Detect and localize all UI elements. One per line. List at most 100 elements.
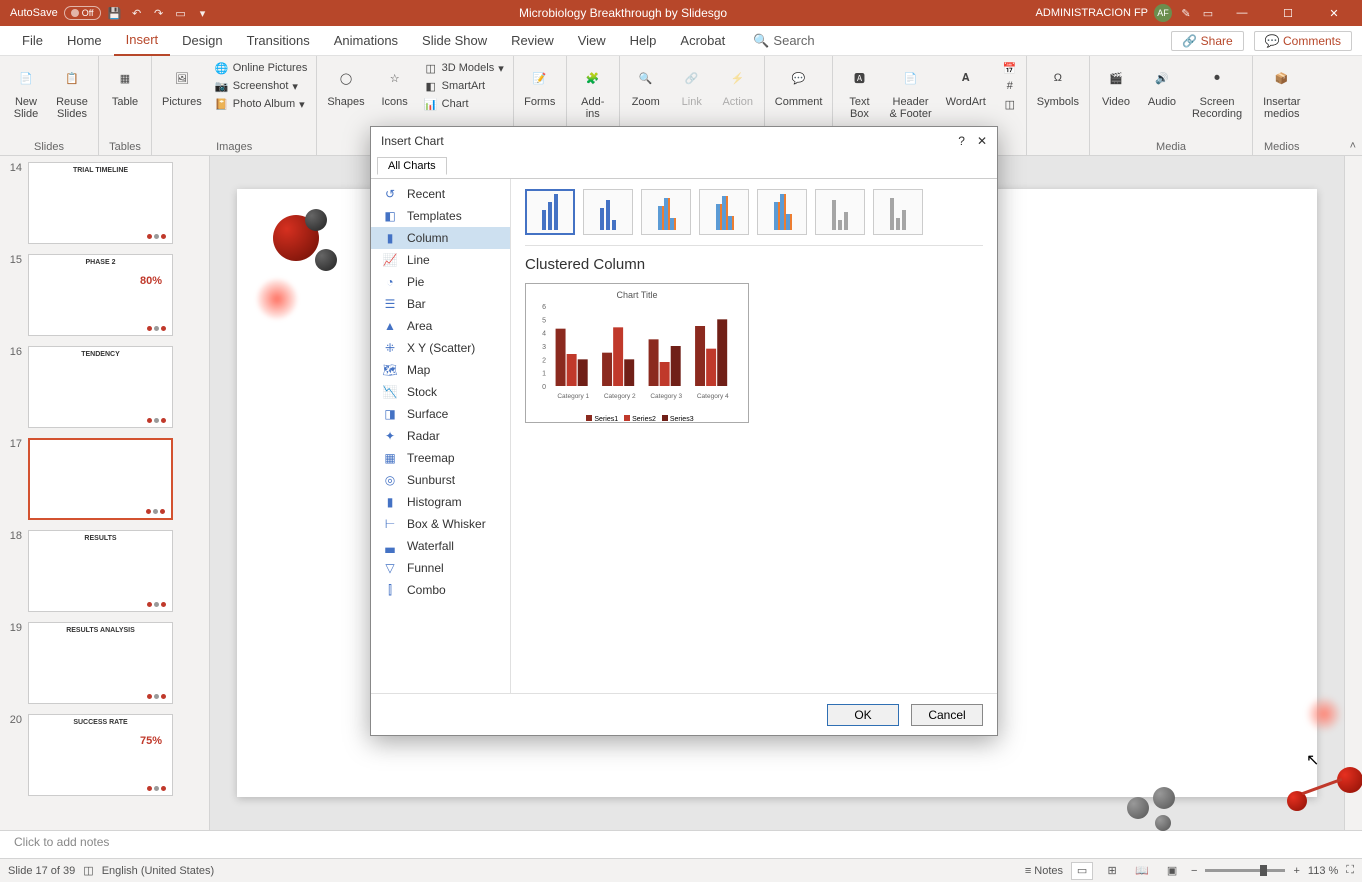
thumbnail[interactable] bbox=[28, 438, 173, 520]
thumbnail[interactable]: SUCCESS RATE75% bbox=[28, 714, 173, 796]
symbols-button[interactable]: ΩSymbols bbox=[1033, 60, 1083, 110]
search-box[interactable]: 🔍 Search bbox=[753, 33, 814, 49]
tab-all-charts[interactable]: All Charts bbox=[377, 157, 447, 175]
slide-number-button[interactable]: # bbox=[1000, 78, 1020, 94]
view-normal-button[interactable]: ▭ bbox=[1071, 862, 1093, 880]
link-button[interactable]: 🔗Link bbox=[672, 60, 712, 110]
zoom-value[interactable]: 113 % bbox=[1308, 865, 1338, 877]
cancel-button[interactable]: Cancel bbox=[911, 704, 983, 726]
wordart-button[interactable]: 𝐀WordArt bbox=[942, 60, 990, 110]
subtype-column-6[interactable] bbox=[873, 189, 923, 235]
comments-button[interactable]: 💬 Comments bbox=[1254, 31, 1352, 51]
vertical-scrollbar[interactable] bbox=[1344, 156, 1362, 830]
chart-button[interactable]: 📊Chart bbox=[421, 96, 507, 112]
pictures-button[interactable]: 🖼Pictures bbox=[158, 60, 206, 110]
category-treemap[interactable]: ▦Treemap bbox=[371, 447, 510, 469]
user-avatar[interactable]: AF bbox=[1154, 4, 1172, 22]
forms-button[interactable]: 📝Forms bbox=[520, 60, 560, 110]
category-x-y-scatter-[interactable]: ⁜X Y (Scatter) bbox=[371, 337, 510, 359]
share-button[interactable]: 🔗 Share bbox=[1171, 31, 1243, 51]
category-area[interactable]: ▲Area bbox=[371, 315, 510, 337]
subtype-column-5[interactable] bbox=[815, 189, 865, 235]
qat-dropdown-icon[interactable]: ▾ bbox=[195, 5, 211, 21]
date-time-button[interactable]: 📅 bbox=[1000, 60, 1020, 76]
collapse-ribbon-icon[interactable]: ˄ bbox=[1350, 140, 1356, 152]
chart-preview-thumbnail[interactable]: Chart Title 0123456Category 1Category 2C… bbox=[525, 283, 749, 423]
photo-album-button[interactable]: 📔Photo Album ▾ bbox=[212, 96, 311, 112]
smartart-button[interactable]: ◧SmartArt bbox=[421, 78, 507, 94]
new-slide-button[interactable]: 📄New Slide bbox=[6, 60, 46, 122]
category-sunburst[interactable]: ◎Sunburst bbox=[371, 469, 510, 491]
thumbnail-pane[interactable]: 14TRIAL TIMELINE15PHASE 280%16TENDENCY17… bbox=[0, 156, 210, 830]
action-button[interactable]: ⚡Action bbox=[718, 60, 758, 110]
category-stock[interactable]: 📉Stock bbox=[371, 381, 510, 403]
category-combo[interactable]: ⫿Combo bbox=[371, 579, 510, 601]
language-indicator[interactable]: English (United States) bbox=[102, 865, 215, 877]
screen-recording-button[interactable]: ⏺Screen Recording bbox=[1188, 60, 1246, 122]
category-pie[interactable]: ◔Pie bbox=[371, 271, 510, 293]
zoom-in-button[interactable]: + bbox=[1293, 865, 1299, 877]
tab-design[interactable]: Design bbox=[170, 26, 234, 56]
tab-animations[interactable]: Animations bbox=[322, 26, 410, 56]
3d-models-button[interactable]: ◫3D Models ▾ bbox=[421, 60, 507, 76]
category-line[interactable]: 📈Line bbox=[371, 249, 510, 271]
dialog-help-button[interactable]: ? bbox=[958, 134, 965, 148]
category-recent[interactable]: ↺Recent bbox=[371, 183, 510, 205]
notes-pane[interactable]: Click to add notes bbox=[0, 830, 1362, 858]
fit-to-window-button[interactable]: ⛶ bbox=[1346, 864, 1354, 877]
maximize-button[interactable]: ☐ bbox=[1268, 0, 1308, 26]
reuse-slides-button[interactable]: 📋Reuse Slides bbox=[52, 60, 92, 122]
category-radar[interactable]: ✦Radar bbox=[371, 425, 510, 447]
category-funnel[interactable]: ▽Funnel bbox=[371, 557, 510, 579]
tab-review[interactable]: Review bbox=[499, 26, 566, 56]
shapes-button[interactable]: ◯Shapes bbox=[323, 60, 368, 110]
thumbnail[interactable]: TENDENCY bbox=[28, 346, 173, 428]
pen-icon[interactable]: ✎ bbox=[1178, 5, 1194, 21]
undo-icon[interactable]: ↶ bbox=[129, 5, 145, 21]
ok-button[interactable]: OK bbox=[827, 704, 899, 726]
category-waterfall[interactable]: ▃Waterfall bbox=[371, 535, 510, 557]
save-icon[interactable]: 💾 bbox=[107, 5, 123, 21]
subtype-column-2[interactable] bbox=[641, 189, 691, 235]
minimize-button[interactable]: — bbox=[1222, 0, 1262, 26]
object-button[interactable]: ◫ bbox=[1000, 96, 1020, 112]
thumbnail[interactable]: RESULTS bbox=[28, 530, 173, 612]
category-bar[interactable]: ☰Bar bbox=[371, 293, 510, 315]
redo-icon[interactable]: ↷ bbox=[151, 5, 167, 21]
slideshow-icon[interactable]: ▭ bbox=[173, 5, 189, 21]
thumbnail[interactable]: PHASE 280% bbox=[28, 254, 173, 336]
tab-view[interactable]: View bbox=[566, 26, 618, 56]
tab-acrobat[interactable]: Acrobat bbox=[668, 26, 737, 56]
zoom-out-button[interactable]: − bbox=[1191, 865, 1197, 877]
audio-button[interactable]: 🔊Audio bbox=[1142, 60, 1182, 110]
textbox-button[interactable]: 🅰Text Box bbox=[839, 60, 879, 122]
comment-button[interactable]: 💬Comment bbox=[771, 60, 827, 110]
zoom-button[interactable]: 🔍Zoom bbox=[626, 60, 666, 110]
ribbon-options-icon[interactable]: ▭ bbox=[1200, 5, 1216, 21]
category-map[interactable]: 🗺Map bbox=[371, 359, 510, 381]
addins-button[interactable]: 🧩Add- ins bbox=[573, 60, 613, 122]
table-button[interactable]: ▦Table bbox=[105, 60, 145, 110]
header-footer-button[interactable]: 📄Header & Footer bbox=[885, 60, 935, 122]
tab-home[interactable]: Home bbox=[55, 26, 114, 56]
tab-insert[interactable]: Insert bbox=[114, 26, 171, 56]
subtype-column-0[interactable] bbox=[525, 189, 575, 235]
dialog-close-button[interactable]: ✕ bbox=[977, 134, 987, 148]
tab-help[interactable]: Help bbox=[618, 26, 669, 56]
subtype-column-1[interactable] bbox=[583, 189, 633, 235]
close-button[interactable]: ✕ bbox=[1314, 0, 1354, 26]
autosave-toggle[interactable]: Off bbox=[64, 6, 101, 20]
view-sorter-button[interactable]: ⊞ bbox=[1101, 862, 1123, 880]
thumbnail[interactable]: RESULTS ANALYSIS bbox=[28, 622, 173, 704]
notes-toggle[interactable]: ≡ Notes bbox=[1025, 865, 1063, 877]
insertar-medios-button[interactable]: 📦Insertar medios bbox=[1259, 60, 1304, 122]
subtype-column-3[interactable] bbox=[699, 189, 749, 235]
tab-transitions[interactable]: Transitions bbox=[235, 26, 322, 56]
subtype-column-4[interactable] bbox=[757, 189, 807, 235]
view-slideshow-button[interactable]: ▣ bbox=[1161, 862, 1183, 880]
tab-file[interactable]: File bbox=[10, 26, 55, 56]
thumbnail[interactable]: TRIAL TIMELINE bbox=[28, 162, 173, 244]
category-templates[interactable]: ◧Templates bbox=[371, 205, 510, 227]
category-column[interactable]: ▮Column bbox=[371, 227, 510, 249]
icons-button[interactable]: ☆Icons bbox=[375, 60, 415, 110]
